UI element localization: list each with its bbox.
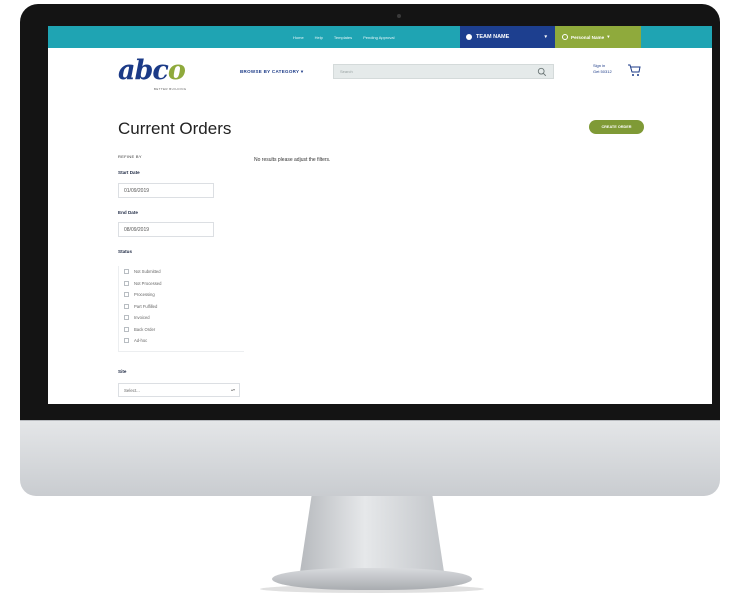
personal-name: Personal Name [571, 34, 605, 40]
status-option-label: Part Fulfilled [134, 303, 158, 309]
monitor-stand-neck [300, 496, 444, 572]
status-option-label: Not Processed [134, 280, 162, 286]
status-option-label: Back Order [134, 326, 156, 332]
status-option[interactable]: Back Order [124, 324, 161, 336]
start-date-value: 01/09/2019 [124, 188, 150, 194]
team-name: TEAM NAME [476, 34, 510, 40]
browse-by-category-button[interactable]: BROWSE BY CATEGORY ▾ [240, 69, 303, 75]
monitor-chin [20, 420, 720, 496]
site-label: Site [118, 369, 127, 374]
browse-label: BROWSE BY CATEGORY [240, 69, 300, 74]
camera-dot [397, 14, 401, 18]
start-date-label: Start Date [118, 170, 140, 175]
checkbox[interactable] [124, 269, 129, 275]
checkbox[interactable] [124, 326, 129, 332]
status-option[interactable]: Invoiced [124, 312, 161, 324]
nav-link-help[interactable]: Help [315, 35, 323, 40]
cart-icon[interactable] [627, 64, 641, 77]
monitor-stand-foot [272, 568, 472, 590]
site-select-value: Select... [124, 388, 140, 393]
nav-link-templates[interactable]: Templates [334, 35, 352, 40]
status-option-label: Ad-hoc [134, 338, 148, 344]
status-option-label: Not Submitted [134, 269, 161, 275]
search-icon[interactable] [537, 67, 547, 77]
start-date-field[interactable]: 01/09/2019 [118, 183, 214, 198]
nav-link-home[interactable]: Home [293, 35, 304, 40]
select-arrows-icon: ▴▾ [230, 387, 235, 392]
checkbox[interactable] [124, 292, 129, 298]
status-checklist: Not Submitted Not Processed Processing P… [124, 266, 161, 347]
imac-mockup: Home Help Templates Pending Approval TEA… [0, 0, 742, 597]
status-divider [118, 266, 119, 352]
screen: Home Help Templates Pending Approval TEA… [48, 26, 712, 404]
end-date-label: End Date [118, 210, 138, 215]
search-input[interactable]: Search [340, 69, 353, 74]
chevron-down-icon: ▾ [607, 34, 610, 39]
status-option-label: Invoiced [134, 315, 150, 321]
status-option-label: Processing [134, 292, 155, 298]
refine-by-label: REFINE BY [118, 154, 142, 159]
status-option[interactable]: Part Fulfilled [124, 301, 161, 313]
chevron-down-icon: ▾ [300, 69, 304, 74]
status-option[interactable]: Not Processed [124, 278, 161, 290]
signin-line-2: Get 50312 [593, 69, 612, 74]
status-option[interactable]: Not Submitted [124, 266, 161, 278]
end-date-field[interactable]: 08/09/2019 [118, 222, 214, 237]
checkbox[interactable] [124, 303, 129, 309]
chevron-down-icon: ▾ [544, 34, 547, 40]
checkbox[interactable] [124, 315, 129, 321]
status-option[interactable]: Ad-hoc [124, 335, 161, 347]
create-order-button[interactable]: CREATE ORDER [589, 120, 644, 134]
page-title: Current Orders [118, 119, 232, 138]
team-icon [466, 34, 472, 40]
no-results-message: No results please adjust the filters. [254, 157, 331, 163]
logo-tagline: BETTER BUILDING [154, 87, 187, 91]
site-select[interactable]: Select... ▴▾ [118, 383, 240, 397]
team-selector[interactable]: TEAM NAME ▾ [460, 26, 555, 48]
end-date-value: 08/09/2019 [124, 227, 150, 233]
search-bar[interactable]: Search [333, 64, 554, 79]
user-icon [562, 34, 568, 40]
nav-link-pending-approval[interactable]: Pending Approval [363, 35, 394, 40]
status-bottom-divider [118, 351, 244, 352]
checkbox[interactable] [124, 280, 129, 286]
sign-in-link[interactable]: Sign in Get 50312 [593, 63, 612, 75]
status-label: Status [118, 249, 133, 254]
checkbox[interactable] [124, 338, 129, 344]
top-links: Home Help Templates Pending Approval [293, 26, 395, 48]
status-option[interactable]: Processing [124, 289, 161, 301]
personal-menu[interactable]: Personal Name ▾ [555, 26, 641, 48]
abco-logo[interactable]: abco [118, 56, 186, 86]
